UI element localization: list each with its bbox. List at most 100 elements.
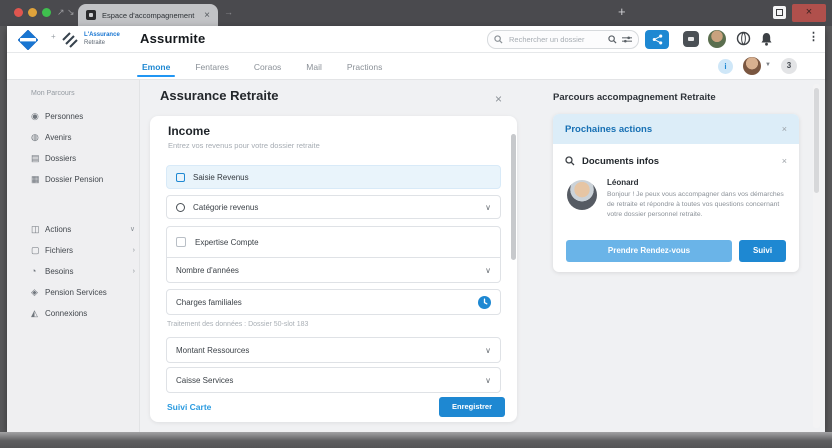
sidebar-item-personnes[interactable]: ◉ Personnes <box>31 109 135 123</box>
panel-close-icon[interactable]: × <box>782 124 787 134</box>
nombre-annees-dropdown[interactable]: Nombre d'années ∨ <box>166 257 501 283</box>
nav-tabs: Emone Fentares Coraos Mail Practions <box>136 53 384 80</box>
row-label: Saisie Revenus <box>193 172 249 182</box>
card-subtitle: Entrez vos revenus pour votre dossier re… <box>168 141 320 150</box>
tab-emone[interactable]: Emone <box>136 56 176 77</box>
search-box[interactable] <box>487 30 639 49</box>
charges-familiales-row[interactable]: Charges familiales <box>166 289 501 315</box>
row-label: Charges familiales <box>176 297 242 307</box>
sidebar-item-label: Actions <box>45 224 72 234</box>
browser-tab[interactable]: Espace d'accompagnement × <box>78 4 218 26</box>
montant-ressources-dropdown[interactable]: Montant Ressources ∨ <box>166 337 501 363</box>
sidebar-item-pension-services[interactable]: ◈ Pension Services <box>31 285 135 299</box>
search-input[interactable] <box>507 34 606 45</box>
share-icon <box>652 34 662 45</box>
tab-practions[interactable]: Practions <box>345 56 384 77</box>
kebab-menu-icon[interactable]: ⋮ <box>808 30 819 43</box>
chevron-down-icon: ∨ <box>485 345 491 355</box>
app-title: Assurmite <box>140 31 206 46</box>
expertise-checkbox[interactable] <box>176 237 186 247</box>
tab-overflow-icon[interactable]: → <box>224 7 233 17</box>
advisor-avatar <box>567 180 597 210</box>
nav-arrow-icon[interactable]: ↗ <box>57 6 65 18</box>
dropdown-label: Montant Ressources <box>176 345 250 355</box>
brand-diamond-logo <box>18 30 38 50</box>
profile-caret-icon[interactable]: ▼ <box>765 62 771 68</box>
traffic-light-minimize-icon[interactable] <box>28 8 37 17</box>
saisie-revenus-row[interactable]: Saisie Revenus <box>166 165 501 189</box>
sidebar-item-actions[interactable]: ◫ Actions ∨ <box>31 222 135 236</box>
section-title: Documents infos <box>582 155 660 167</box>
grid-icon: ▦ <box>31 173 40 184</box>
traffic-light-zoom-icon[interactable] <box>42 8 51 17</box>
sidebar-item-label: Dossier Pension <box>45 174 104 184</box>
row-label: Catégorie revenus <box>193 202 259 212</box>
page-close-icon[interactable]: × <box>495 92 502 106</box>
notifications-bell-icon[interactable] <box>759 31 774 46</box>
globe-icon[interactable] <box>736 31 751 46</box>
aside-header: Parcours accompagnement Retraite <box>553 92 716 103</box>
tab-close-icon[interactable]: × <box>204 10 210 21</box>
traffic-light-close-icon[interactable] <box>14 8 23 17</box>
browser-titlebar: ↗ ↘ Espace d'accompagnement × → + × <box>0 0 832 26</box>
rendezvous-button[interactable]: Prendre Rendez-vous <box>566 240 732 262</box>
dropdown-label: Nombre d'années <box>176 265 239 275</box>
profile-avatar[interactable] <box>743 57 761 75</box>
window-bottom-edge <box>0 432 832 448</box>
nav-arrow2-icon[interactable]: ↘ <box>67 6 75 18</box>
clock-badge-icon[interactable] <box>478 295 491 309</box>
tab-mail[interactable]: Mail <box>304 56 324 77</box>
document-square-icon <box>176 172 185 182</box>
dropdown-label: Caisse Services <box>176 375 234 385</box>
sidebar-item-connexions[interactable]: ◭ Connexions <box>31 306 135 320</box>
card-scrollbar[interactable] <box>511 134 516 260</box>
panel-section-header: Documents infos × <box>553 152 799 170</box>
secondary-nav: Emone Fentares Coraos Mail Practions i ▼… <box>7 53 825 80</box>
tab-favicon <box>86 10 96 20</box>
chevron-right-icon: › <box>132 246 135 254</box>
sidebar-item-dossiers[interactable]: ▤ Dossiers <box>31 151 135 165</box>
circle-icon <box>176 202 185 212</box>
sidebar-item-dossier-pension[interactable]: ▦ Dossier Pension <box>31 172 135 186</box>
page-content: Mon Parcours ◉ Personnes ◍ Avenirs ▤ Dos… <box>7 80 825 432</box>
sidebar-item-avenirs[interactable]: ◍ Avenirs <box>31 130 135 144</box>
section-close-icon[interactable]: × <box>782 156 787 166</box>
user-avatar[interactable] <box>708 30 726 48</box>
chevron-down-icon: ∨ <box>129 226 135 233</box>
user-circle-icon: ◉ <box>31 110 39 121</box>
sidebar-item-label: Fichiers <box>45 245 74 255</box>
menu-hamburger-icon[interactable] <box>784 33 799 45</box>
categorie-revenus-dropdown[interactable]: Catégorie revenus ∨ <box>166 195 501 219</box>
enregistrer-button[interactable]: Enregistrer <box>439 397 505 417</box>
notification-badge[interactable]: 3 <box>781 58 797 74</box>
filter-sliders-icon[interactable] <box>622 35 632 44</box>
chat-icon[interactable] <box>683 31 699 47</box>
clock-icon: ◔ <box>31 266 37 276</box>
new-tab-icon[interactable]: + <box>618 4 626 19</box>
checkbox-label: Expertise Compte <box>195 237 259 247</box>
search-submit-icon[interactable] <box>608 35 617 44</box>
window-close-button[interactable]: × <box>792 4 826 22</box>
sidebar-item-label: Personnes <box>45 111 84 121</box>
sidebar-item-besoins[interactable]: ◔ Besoins › <box>31 264 135 278</box>
page-title: Assurance Retraite <box>160 88 279 103</box>
brand-text: L'Assurance Retraite <box>84 31 120 47</box>
suivi-button[interactable]: Suivi <box>739 240 786 262</box>
sidebar-item-fichiers[interactable]: ▢ Fichiers › <box>31 243 135 257</box>
search-icon <box>494 35 503 44</box>
tab-fentares[interactable]: Fentares <box>193 56 231 77</box>
page-scrollbar[interactable] <box>813 84 820 428</box>
chevron-down-icon: ∨ <box>485 265 491 275</box>
suivi-carte-link[interactable]: Suivi Carte <box>167 402 211 412</box>
help-info-icon[interactable]: i <box>718 59 733 74</box>
share-button[interactable] <box>645 30 669 49</box>
caisse-services-dropdown[interactable]: Caisse Services ∨ <box>166 367 501 393</box>
window-maximize-icon[interactable] <box>773 6 786 19</box>
sidebar-item-label: Connexions <box>45 308 88 318</box>
sidebar: Mon Parcours ◉ Personnes ◍ Avenirs ▤ Dos… <box>7 80 140 432</box>
screenshot-frame: ↗ ↘ Espace d'accompagnement × → + × + L'… <box>0 0 832 448</box>
send-icon: ◈ <box>31 286 38 297</box>
panel-header: Prochaines actions × <box>553 114 799 144</box>
sidebar-item-label: Besoins <box>45 266 74 276</box>
tab-coraos[interactable]: Coraos <box>252 56 283 77</box>
